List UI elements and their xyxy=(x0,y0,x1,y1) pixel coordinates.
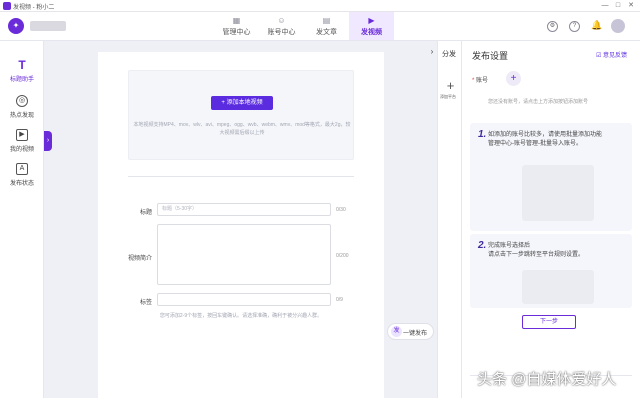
avatar[interactable] xyxy=(611,19,625,33)
step-text: 完成账号选择后 请点击下一步跳转至平台规则设置。 xyxy=(488,243,585,258)
help-icon[interactable]: ? xyxy=(569,21,580,32)
settings-title: 发布设置 xyxy=(472,51,509,61)
divider xyxy=(128,176,354,177)
guide-card-step-1: 1. 如添加的账号比较多，请使用批量添加功能 管理中心-账号管理-批量导入账号。 xyxy=(470,123,632,231)
guide-illustration-2 xyxy=(522,270,594,304)
article-icon: ▤ xyxy=(322,16,331,25)
distribution-title: 分发 xyxy=(442,51,456,58)
feedback-icon: ☑ xyxy=(596,53,604,59)
add-account-button[interactable]: + xyxy=(506,71,521,86)
feedback-label: 意见反馈 xyxy=(603,53,628,59)
tab-label: 发视频 xyxy=(361,29,382,36)
sidebar-item-title-assistant[interactable]: T 标题助手 xyxy=(0,59,44,91)
tab-post-video[interactable]: ▶ 发视频 xyxy=(349,12,394,40)
add-platform-label[interactable]: 添加平台 xyxy=(440,94,456,100)
user-icon: ☺ xyxy=(277,16,286,25)
collapse-distribution-button[interactable]: › xyxy=(427,46,437,58)
account-label-text: 账号 xyxy=(476,78,489,84)
sidebar: T 标题助手 ◎ 热点发现 ▶ 我的视频 A 发布状态 xyxy=(0,41,44,398)
status-icon: A xyxy=(16,163,28,175)
step-number: 1. xyxy=(478,129,487,140)
settings-icon[interactable]: ⚙ xyxy=(547,21,558,32)
tab-management-center[interactable]: ▦ 管理中心 xyxy=(214,12,259,40)
sidebar-item-label: 热点发现 xyxy=(9,113,34,119)
watermark: 头条 @自媒体爱好人 xyxy=(477,371,617,388)
tags-counter: 0/9 xyxy=(336,297,343,303)
top-navigation: ✦ ▦ 管理中心 ☺ 账号中心 ▤ 发文章 ▶ 发视频 ⚙ ? 🔔 xyxy=(0,12,640,41)
sidebar-item-publish-status[interactable]: A 发布状态 xyxy=(0,163,44,195)
sidebar-item-label: 标题助手 xyxy=(9,77,34,83)
intro-counter: 0/200 xyxy=(336,253,349,259)
bell-icon[interactable]: 🔔 xyxy=(591,21,602,32)
compass-icon: ◎ xyxy=(16,95,28,107)
one-click-publish-button[interactable]: 发 一键发布 xyxy=(387,323,434,340)
play-icon: ▶ xyxy=(16,129,28,141)
brand-name-blurred xyxy=(30,21,66,31)
title-input[interactable]: 标题（5-30字） xyxy=(157,203,331,216)
one-click-publish-label: 一键发布 xyxy=(403,331,428,337)
tab-account-center[interactable]: ☺ 账号中心 xyxy=(259,12,304,40)
step-number: 2. xyxy=(478,240,487,251)
upload-dropzone[interactable]: + 添加本地视频 本地视频支持MP4、mov、wlv、avi、mpeg、ogg、… xyxy=(128,70,354,160)
expand-sidebar-button[interactable]: › xyxy=(44,131,52,151)
tags-hint: 您可添加2-9个标签，按回车键确认。请选择准确，确利于被分兴趣人群。 xyxy=(159,313,323,319)
title-counter: 0/30 xyxy=(336,207,346,213)
title-label: 标题 xyxy=(139,210,152,216)
tab-label: 管理中心 xyxy=(222,29,251,36)
close-button[interactable]: ✕ xyxy=(626,1,636,11)
tags-label: 标签 xyxy=(139,300,152,306)
account-label: * 账号 xyxy=(472,75,488,84)
text-icon: T xyxy=(18,58,26,72)
intro-textarea[interactable] xyxy=(157,224,331,285)
guide-card-step-2: 2. 完成账号选择后 请点击下一步跳转至平台规则设置。 xyxy=(470,234,632,308)
step-text: 如添加的账号比较多，请使用批量添加功能 管理中心-账号管理-批量导入账号。 xyxy=(488,132,603,147)
next-step-button[interactable]: 下一步 xyxy=(522,315,576,329)
intro-label: 视频简介 xyxy=(127,256,152,262)
guide-illustration-1 xyxy=(522,165,594,221)
video-icon: ▶ xyxy=(368,16,375,25)
sidebar-item-label: 发布状态 xyxy=(9,181,34,187)
required-mark: * xyxy=(472,78,475,84)
tab-post-article[interactable]: ▤ 发文章 xyxy=(304,12,349,40)
title-bar: 发视频 - 粉小二 — □ ✕ xyxy=(0,0,640,12)
grid-icon: ▦ xyxy=(232,16,241,25)
logo-icon[interactable]: ✦ xyxy=(8,18,24,34)
window-title: 发视频 - 粉小二 xyxy=(13,5,55,11)
minimize-button[interactable]: — xyxy=(600,1,610,11)
upload-format-hint: 本地视频支持MP4、mov、wlv、avi、mpeg、ogg、wvb、webm、… xyxy=(133,122,351,136)
maximize-button[interactable]: □ xyxy=(613,1,623,11)
feedback-link[interactable]: ☑ 意见反馈 xyxy=(596,50,627,59)
tab-label: 发文章 xyxy=(316,29,337,36)
distribution-strip: 分发 + 添加平台 xyxy=(437,41,462,398)
video-editor-panel: + 添加本地视频 本地视频支持MP4、mov、wlv、avi、mpeg、ogg、… xyxy=(98,52,384,398)
publish-icon: 发 xyxy=(391,326,402,337)
tags-input[interactable] xyxy=(157,293,331,306)
add-platform-icon[interactable]: + xyxy=(444,79,457,92)
tab-label: 账号中心 xyxy=(267,29,296,36)
sidebar-item-hot-topics[interactable]: ◎ 热点发现 xyxy=(0,95,44,127)
publish-settings-panel: 发布设置 ☑ 意见反馈 * 账号 + 您还没有账号，请点击上方添加按钮添加账号 … xyxy=(462,41,640,398)
add-local-video-button[interactable]: + 添加本地视频 xyxy=(211,96,273,110)
sidebar-item-my-videos[interactable]: ▶ 我的视频 xyxy=(0,129,44,161)
sidebar-item-label: 我的视频 xyxy=(9,147,34,153)
account-empty-hint: 您还没有账号，请点击上方添加按钮添加账号 xyxy=(488,99,589,105)
app-logo-icon xyxy=(3,2,11,10)
